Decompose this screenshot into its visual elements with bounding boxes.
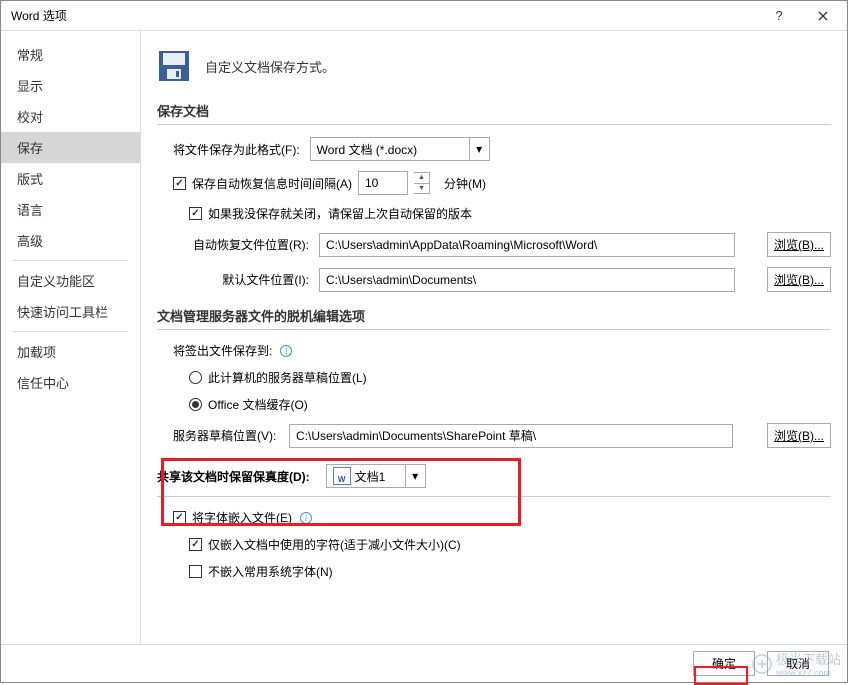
- close-button[interactable]: [801, 2, 845, 30]
- server-draft-loc-input[interactable]: [289, 424, 733, 448]
- autorecover-loc-label: 自动恢复文件位置(R):: [173, 236, 313, 253]
- info-icon[interactable]: i: [300, 512, 312, 524]
- embed-used-checkbox[interactable]: [189, 538, 202, 551]
- server-draft-radio-label: 此计算机的服务器草稿位置(L): [208, 369, 367, 386]
- sidebar-item-advanced[interactable]: 高级: [1, 225, 140, 256]
- ok-button[interactable]: 确定: [693, 651, 755, 676]
- autosave-checkbox[interactable]: [173, 177, 186, 190]
- save-disk-icon: [157, 49, 191, 83]
- sidebar-item-proofing[interactable]: 校对: [1, 101, 140, 132]
- page-title: 自定义文档保存方式。: [205, 57, 335, 76]
- no-common-fonts-checkbox[interactable]: [189, 565, 202, 578]
- fidelity-doc-select[interactable]: W 文档1 ▾: [326, 464, 426, 488]
- chevron-down-icon: ▾: [405, 465, 425, 487]
- titlebar: Word 选项 ?: [1, 1, 847, 31]
- embed-used-label: 仅嵌入文档中使用的字符(适于减小文件大小)(C): [208, 536, 461, 553]
- sidebar-separator: [13, 260, 128, 261]
- section-save-docs-title: 保存文档: [157, 101, 831, 125]
- help-button[interactable]: ?: [757, 2, 801, 30]
- keep-last-label: 如果我没保存就关闭，请保留上次自动保留的版本: [208, 205, 472, 222]
- sidebar-item-customize-ribbon[interactable]: 自定义功能区: [1, 265, 140, 296]
- default-loc-label: 默认文件位置(I):: [173, 271, 313, 288]
- autosave-label: 保存自动恢复信息时间间隔(A): [192, 175, 352, 192]
- info-icon[interactable]: i: [280, 345, 292, 357]
- browse-server-draft-button[interactable]: 浏览(B)...: [767, 423, 831, 448]
- options-dialog: Word 选项 ? 常规 显示 校对 保存 版式 语言 高级 自定义功能区 快速…: [0, 0, 848, 683]
- server-draft-radio[interactable]: [189, 371, 202, 384]
- content-panel: 自定义文档保存方式。 保存文档 将文件保存为此格式(F): Word 文档 (*…: [141, 31, 847, 645]
- dialog-title: Word 选项: [11, 7, 757, 24]
- keep-last-checkbox[interactable]: [189, 207, 202, 220]
- embed-fonts-label: 将字体嵌入文件(E): [192, 509, 292, 526]
- no-common-fonts-label: 不嵌入常用系统字体(N): [208, 563, 333, 580]
- document-icon: W: [333, 467, 351, 485]
- sidebar: 常规 显示 校对 保存 版式 语言 高级 自定义功能区 快速访问工具栏 加载项 …: [1, 31, 141, 645]
- office-cache-radio[interactable]: [189, 398, 202, 411]
- sidebar-item-qat[interactable]: 快速访问工具栏: [1, 296, 140, 327]
- fidelity-label: 共享该文档时保留保真度(D):: [157, 468, 310, 485]
- autosave-interval-input[interactable]: [358, 171, 408, 195]
- browse-autorecover-button[interactable]: 浏览(B)...: [767, 232, 831, 257]
- sidebar-item-layout[interactable]: 版式: [1, 163, 140, 194]
- save-checkout-label: 将签出文件保存到:: [173, 342, 272, 359]
- sidebar-item-display[interactable]: 显示: [1, 70, 140, 101]
- office-cache-radio-label: Office 文档缓存(O): [208, 396, 308, 413]
- autorecover-loc-input[interactable]: [319, 233, 735, 257]
- cancel-button[interactable]: 取消: [767, 651, 829, 676]
- server-draft-loc-label: 服务器草稿位置(V):: [173, 427, 283, 444]
- chevron-down-icon: ▾: [469, 138, 489, 160]
- sidebar-item-save[interactable]: 保存: [1, 132, 140, 163]
- close-icon: [818, 11, 828, 21]
- format-select[interactable]: Word 文档 (*.docx) ▾: [310, 137, 490, 161]
- sidebar-item-trust[interactable]: 信任中心: [1, 367, 140, 398]
- autosave-spinner[interactable]: ▲▼: [414, 172, 430, 194]
- sidebar-item-addins[interactable]: 加载项: [1, 336, 140, 367]
- section-offline-title: 文档管理服务器文件的脱机编辑选项: [157, 306, 831, 330]
- sidebar-item-language[interactable]: 语言: [1, 194, 140, 225]
- default-loc-input[interactable]: [319, 268, 735, 292]
- format-label: 将文件保存为此格式(F):: [173, 141, 304, 158]
- autosave-unit: 分钟(M): [444, 175, 486, 192]
- embed-fonts-checkbox[interactable]: [173, 511, 186, 524]
- browse-default-button[interactable]: 浏览(B)...: [767, 267, 831, 292]
- dialog-footer: 确定 取消: [1, 644, 847, 682]
- sidebar-separator: [13, 331, 128, 332]
- sidebar-item-general[interactable]: 常规: [1, 39, 140, 70]
